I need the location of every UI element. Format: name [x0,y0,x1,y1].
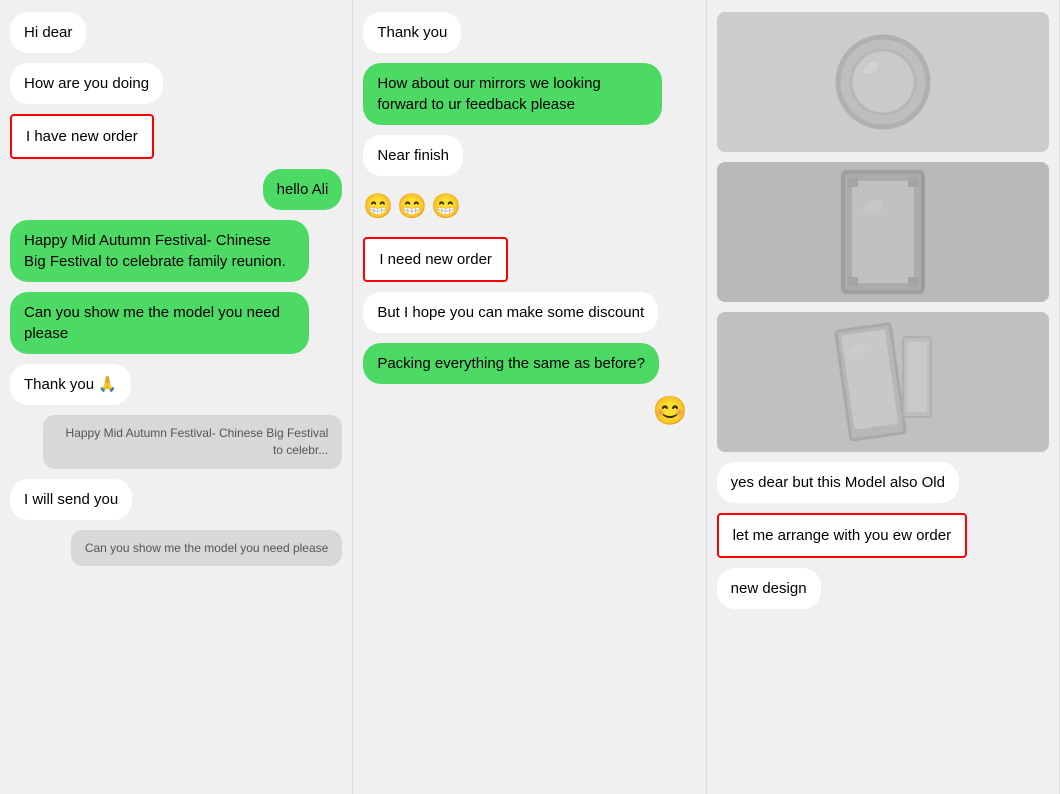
message-row: Happy Mid Autumn Festival- Chinese Big F… [10,415,342,469]
bubble-mid-autumn: Happy Mid Autumn Festival- Chinese Big F… [10,220,309,282]
chat-column-2: Thank you How about our mirrors we looki… [353,0,706,794]
message-row: Thank you 🙏 [10,364,342,405]
message-row: How are you doing [10,63,342,104]
message-row: Happy Mid Autumn Festival- Chinese Big F… [10,220,342,282]
bubble-hi-dear: Hi dear [10,12,86,53]
message-row: let me arrange with you ew order [717,513,1049,558]
bubble-how-are-you: How are you doing [10,63,163,104]
emoji-icon-row: 😊 [363,394,695,427]
message-row: But I hope you can make some discount [363,292,695,333]
bubble-packing: Packing everything the same as before? [363,343,659,384]
bubble-new-design: new design [717,568,821,609]
message-row: Hi dear [10,12,342,53]
message-row: I need new order [363,237,695,282]
message-row: yes dear but this Model also Old [717,462,1049,503]
emoji-3: 😁 [431,192,461,221]
emoji-row: 😁 😁 😁 [363,186,695,227]
message-row: new design [717,568,1049,609]
message-row: I have new order [10,114,342,159]
bubble-need-new-order: I need new order [363,237,508,282]
bubble-show-model: Can you show me the model you need pleas… [10,292,309,354]
bubble-thank-you: Thank you [363,12,461,53]
message-row: Thank you [363,12,695,53]
message-row: Can you show me the model you need pleas… [10,530,342,567]
image-mirror-3 [717,312,1049,452]
message-row: Packing everything the same as before? [363,343,695,384]
bubble-have-new-order: I have new order [10,114,154,159]
bubble-mirrors-feedback: How about our mirrors we looking forward… [363,63,662,125]
bubble-yes-dear: yes dear but this Model also Old [717,462,959,503]
bubble-mid-autumn-small: Happy Mid Autumn Festival- Chinese Big F… [43,415,342,469]
bubble-show-model-small: Can you show me the model you need pleas… [71,530,343,567]
emoji-1: 😁 [363,192,393,221]
image-mirror-1 [717,12,1049,152]
bubble-thank-you-pray: Thank you 🙏 [10,364,131,405]
bubble-discount: But I hope you can make some discount [363,292,658,333]
message-row: Can you show me the model you need pleas… [10,292,342,354]
chat-column-3: yes dear but this Model also Old let me … [707,0,1060,794]
chat-column-1: Hi dear How are you doing I have new ord… [0,0,353,794]
message-row: Near finish [363,135,695,176]
emoji-2: 😁 [397,192,427,221]
bubble-hello-ali: hello Ali [263,169,343,210]
message-row: hello Ali [10,169,342,210]
message-row: How about our mirrors we looking forward… [363,63,695,125]
bubble-near-finish: Near finish [363,135,463,176]
bubble-will-send: I will send you [10,479,132,520]
smiley-icon: 😊 [653,394,688,427]
image-mirror-2 [717,162,1049,302]
message-row: I will send you [10,479,342,520]
bubble-arrange-order: let me arrange with you ew order [717,513,967,558]
